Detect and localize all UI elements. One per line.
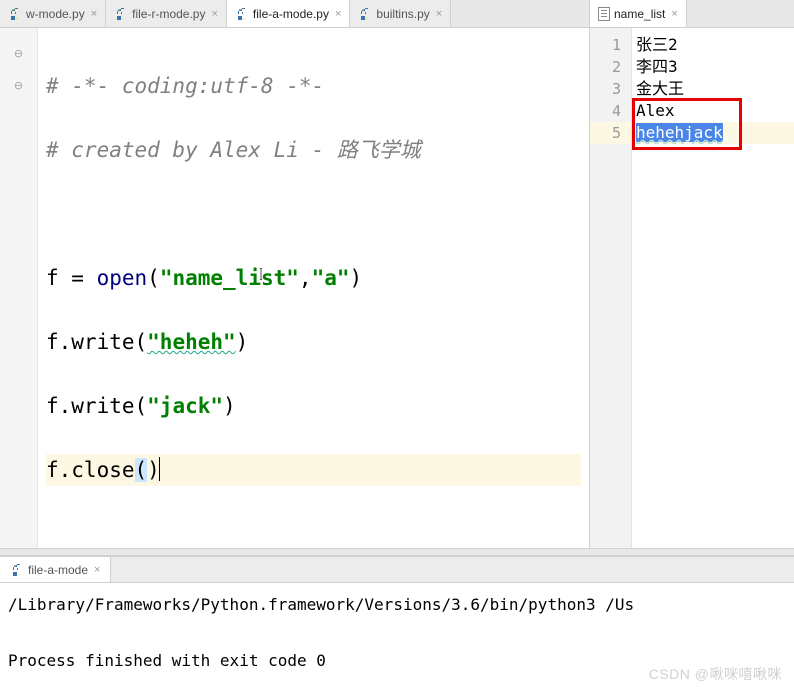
editor-pane-left: w-mode.py × file-r-mode.py × file-a-mode… <box>0 0 590 548</box>
file-line: 金大王 <box>632 78 794 100</box>
python-file-icon <box>235 7 249 21</box>
close-icon[interactable]: × <box>94 564 100 576</box>
tab-label: builtins.py <box>376 7 429 21</box>
file-line: Alex <box>632 100 794 122</box>
run-tab-label: file-a-mode <box>28 563 88 577</box>
line-number: 2 <box>590 56 631 78</box>
selected-text: hehehjack <box>636 123 723 142</box>
code-comment: # -*- coding:utf-8 -*- <box>46 74 324 98</box>
file-line: 张三2 <box>632 34 794 56</box>
file-line: hehehjack <box>632 122 794 144</box>
editor-tab-bar: w-mode.py × file-r-mode.py × file-a-mode… <box>0 0 589 28</box>
tab-file-a-mode[interactable]: file-a-mode.py × <box>227 0 350 27</box>
i-beam-cursor: I <box>260 258 263 290</box>
python-file-icon <box>10 563 24 577</box>
console-line: /Library/Frameworks/Python.framework/Ver… <box>8 591 790 619</box>
tab-label: file-a-mode.py <box>253 7 329 21</box>
fold-icon[interactable]: ⊖ <box>0 38 37 70</box>
file-content[interactable]: 张三2 李四3 金大王 Alex hehehjack <box>632 28 794 548</box>
pane-splitter[interactable] <box>0 548 794 556</box>
file-viewer[interactable]: 1 2 3 4 5 张三2 李四3 金大王 Alex hehehjack <box>590 28 794 548</box>
close-icon[interactable]: × <box>335 8 341 20</box>
python-file-icon <box>8 7 22 21</box>
file-line: 李四3 <box>632 56 794 78</box>
watermark: CSDN @啾咪嘻啾咪 <box>649 664 782 684</box>
python-file-icon <box>358 7 372 21</box>
line-number: 1 <box>590 34 631 56</box>
code-area[interactable]: # -*- coding:utf-8 -*- # created by Alex… <box>38 28 589 548</box>
close-icon[interactable]: × <box>436 8 442 20</box>
text-file-icon <box>598 7 610 21</box>
close-icon[interactable]: × <box>671 8 677 20</box>
editor-tab-bar-right: name_list × <box>590 0 794 28</box>
code-editor[interactable]: ⊖ ⊖ # -*- coding:utf-8 -*- # created by … <box>0 28 589 548</box>
editor-gutter: ⊖ ⊖ <box>0 28 38 548</box>
line-number-gutter: 1 2 3 4 5 <box>590 28 632 548</box>
text-caret <box>159 457 160 481</box>
tab-label: w-mode.py <box>26 7 85 21</box>
close-icon[interactable]: × <box>211 8 217 20</box>
editor-pane-right: name_list × 1 2 3 4 5 张三2 李四3 金大王 Alex h <box>590 0 794 548</box>
tab-w-mode[interactable]: w-mode.py × <box>0 0 106 27</box>
python-file-icon <box>114 7 128 21</box>
close-icon[interactable]: × <box>91 8 97 20</box>
tab-file-r-mode[interactable]: file-r-mode.py × <box>106 0 227 27</box>
fold-icon[interactable]: ⊖ <box>0 70 37 102</box>
tab-name-list[interactable]: name_list × <box>590 0 687 27</box>
tab-label: file-r-mode.py <box>132 7 205 21</box>
tab-builtins[interactable]: builtins.py × <box>350 0 451 27</box>
line-number: 3 <box>590 78 631 100</box>
tab-label: name_list <box>614 7 665 21</box>
run-tab[interactable]: file-a-mode × <box>0 557 111 582</box>
line-number: 5 <box>590 122 631 144</box>
code-comment: # created by Alex Li - 路飞学城 <box>46 138 421 162</box>
line-number: 4 <box>590 100 631 122</box>
run-tab-bar: file-a-mode × <box>0 557 794 583</box>
